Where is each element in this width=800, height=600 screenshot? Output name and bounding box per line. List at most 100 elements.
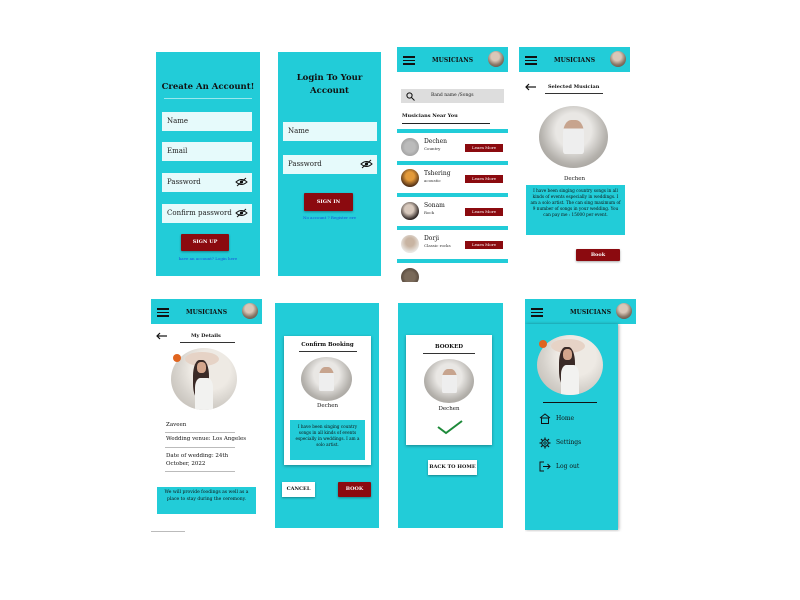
learn-more-button[interactable]: Learn More: [465, 175, 503, 183]
drawer: Home Settings Log out: [525, 324, 618, 530]
gear-icon: [539, 437, 551, 449]
back-arrow-icon[interactable]: [156, 332, 168, 340]
list-item[interactable]: [397, 263, 508, 282]
hamburger-menu-icon[interactable]: [531, 306, 543, 319]
my-details-screen: MUSICIANS My Details Zaveen Wedding venu…: [151, 299, 262, 533]
musicians-list-screen: MUSICIANS Band name /Songs Musicians Nea…: [397, 47, 508, 282]
learn-more-button[interactable]: Learn More: [465, 241, 503, 249]
musician-name: Dechen: [316, 403, 339, 409]
app-header: MUSICIANS: [151, 299, 262, 324]
details-note: We will provide foodings as well as a pl…: [157, 487, 256, 514]
musician-name: Tshering: [424, 170, 451, 177]
menu-item-logout[interactable]: Log out: [539, 461, 599, 473]
app-header: MUSICIANS: [397, 47, 508, 72]
wedding-venue: Wedding venue: Los Angeles: [166, 436, 247, 442]
name-field[interactable]: Name: [283, 122, 377, 141]
confirm-password-field[interactable]: Confirm password: [162, 204, 252, 223]
back-to-home-button[interactable]: BACK TO HOME: [428, 460, 477, 475]
musician-genre: acoustic: [424, 178, 441, 183]
divider: [151, 531, 185, 532]
musician-genre: Country: [424, 146, 441, 151]
email-field[interactable]: Email: [162, 142, 252, 161]
decor-leaf: [173, 354, 181, 362]
cancel-button[interactable]: CANCEL: [282, 482, 315, 497]
back-arrow-icon[interactable]: [525, 83, 537, 91]
avatar: [401, 169, 419, 187]
divider: [165, 432, 235, 433]
avatar[interactable]: [488, 51, 504, 67]
title-underline: [164, 98, 252, 99]
musician-bio: I have been singing country songs in all…: [526, 185, 625, 235]
avatar[interactable]: [242, 303, 258, 319]
search-input[interactable]: Band name /Songs: [401, 89, 504, 103]
eye-hidden-icon[interactable]: [235, 208, 248, 218]
content: Selected Musician Dechen I have been sin…: [519, 72, 630, 282]
client-name: Zaveen: [166, 422, 187, 428]
book-button[interactable]: BOOK: [338, 482, 371, 497]
confirm-card: Confirm Booking Dechen I have been singi…: [284, 336, 371, 465]
app-header: MUSICIANS: [525, 299, 636, 324]
name-field[interactable]: Name: [162, 112, 252, 131]
logout-icon: [539, 461, 551, 472]
page-title: Selected Musician: [548, 84, 600, 90]
profile-underline: [543, 402, 597, 403]
title-underline: [545, 93, 603, 94]
menu-item-home[interactable]: Home: [539, 413, 599, 425]
musician-name: Sonam: [424, 202, 445, 209]
sign-in-button[interactable]: SIGN IN: [304, 193, 353, 211]
create-account-screen: Create An Account! Name Email Password C…: [156, 52, 260, 276]
booked-screen: BOOKED Dechen BACK TO HOME: [398, 303, 503, 528]
search-icon: [406, 92, 415, 101]
page-title: Create An Account!: [161, 82, 255, 92]
decor-leaf: [539, 340, 547, 348]
book-button[interactable]: Book: [576, 249, 620, 261]
home-icon: [539, 413, 551, 424]
list-item[interactable]: Dechen Country Learn More: [397, 133, 508, 159]
eye-hidden-icon[interactable]: [235, 177, 248, 187]
menu-item-label: Log out: [556, 463, 580, 470]
sign-up-button[interactable]: SIGN UP: [181, 234, 229, 251]
card-title: BOOKED: [434, 344, 464, 350]
eye-hidden-icon[interactable]: [360, 159, 373, 169]
avatar: [401, 235, 419, 253]
learn-more-button[interactable]: Learn More: [465, 208, 503, 216]
list-item[interactable]: Dorji Classic rocks Learn More: [397, 230, 508, 256]
musician-name: Dorji: [424, 235, 440, 242]
menu-item-label: Home: [556, 415, 575, 422]
wedding-date: Date of wedding: 24th October, 2022: [166, 453, 229, 467]
page-title: My Details: [191, 333, 221, 339]
title-underline: [423, 353, 475, 354]
list-item[interactable]: Sonam Rock Learn More: [397, 197, 508, 223]
login-screen: Login To Your Account Name Password SIGN…: [278, 52, 381, 276]
register-link[interactable]: No account ? Register ere: [278, 215, 381, 220]
avatar[interactable]: [610, 51, 626, 67]
musician-photo: [301, 357, 352, 401]
page-title: Login To Your Account: [296, 73, 363, 96]
checkmark-icon: [437, 420, 463, 435]
side-menu-screen: MUSICIANS Home Settings Log out: [525, 299, 636, 532]
menu-item-label: Settings: [556, 439, 582, 446]
confirm-booking-screen: Confirm Booking Dechen I have been singi…: [275, 303, 379, 528]
divider: [165, 471, 235, 472]
card-title: Confirm Booking: [301, 342, 354, 348]
avatar[interactable]: [616, 303, 632, 319]
divider: [165, 447, 235, 448]
password-field[interactable]: Password: [162, 173, 252, 192]
musician-name: Dechen: [563, 176, 586, 182]
list-item[interactable]: Tshering acoustic Learn More: [397, 165, 508, 191]
login-link[interactable]: have an account? Login here: [156, 256, 260, 261]
password-label: Password: [288, 160, 322, 168]
musician-genre: Rock: [424, 210, 435, 215]
musician-photo: [424, 359, 474, 403]
section-title: Musicians Near You: [402, 113, 458, 119]
musician-name: Dechen: [424, 138, 448, 145]
confirm-password-label: Confirm password: [167, 209, 232, 217]
selected-musician-screen: MUSICIANS Selected Musician Dechen I hav…: [519, 47, 630, 282]
avatar: [401, 138, 419, 156]
password-field[interactable]: Password: [283, 155, 377, 174]
booked-card: BOOKED Dechen: [406, 335, 492, 445]
list-body: Band name /Songs Musicians Near You Dech…: [397, 72, 508, 282]
learn-more-button[interactable]: Learn More: [465, 144, 503, 152]
musician-name: Dechen: [438, 406, 460, 412]
menu-item-settings[interactable]: Settings: [539, 437, 599, 449]
